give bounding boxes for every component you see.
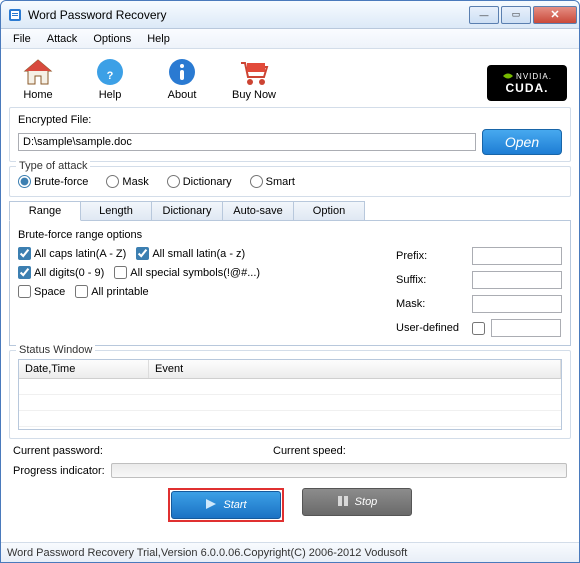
start-button-label: Start bbox=[223, 499, 246, 511]
toolbar-home-label: Home bbox=[23, 89, 52, 101]
status-table: Date,Time Event bbox=[18, 359, 562, 430]
pause-icon bbox=[337, 495, 349, 510]
toolbar-home[interactable]: Home bbox=[13, 56, 63, 101]
attack-type-label: Type of attack bbox=[16, 160, 90, 172]
menu-file[interactable]: File bbox=[5, 31, 39, 47]
menu-options[interactable]: Options bbox=[85, 31, 139, 47]
checkbox-digits[interactable]: All digits(0 - 9) bbox=[18, 266, 104, 279]
menu-attack[interactable]: Attack bbox=[39, 31, 86, 47]
prefix-label: Prefix: bbox=[396, 250, 466, 262]
table-row bbox=[19, 411, 561, 427]
status-col-event[interactable]: Event bbox=[149, 360, 561, 378]
checkbox-small[interactable]: All small latin(a - z) bbox=[136, 247, 245, 260]
stop-button-label: Stop bbox=[355, 496, 378, 508]
tab-dictionary[interactable]: Dictionary bbox=[151, 201, 223, 221]
checkbox-special[interactable]: All special symbols(!@#...) bbox=[114, 266, 260, 279]
cuda-label: CUDA. bbox=[506, 81, 549, 95]
content-area: Home ? Help About Buy Now bbox=[1, 49, 579, 542]
open-button[interactable]: Open bbox=[482, 129, 562, 155]
toolbar-buynow[interactable]: Buy Now bbox=[229, 56, 279, 101]
maximize-button[interactable]: ▭ bbox=[501, 6, 531, 24]
nvidia-label: NVIDIA. bbox=[516, 72, 552, 81]
start-button[interactable]: Start bbox=[171, 491, 281, 519]
menubar: File Attack Options Help bbox=[1, 29, 579, 49]
tab-option[interactable]: Option bbox=[293, 201, 365, 221]
status-header: Date,Time Event bbox=[19, 360, 561, 379]
help-icon: ? bbox=[92, 56, 128, 88]
toolbar-about-label: About bbox=[168, 89, 197, 101]
about-icon bbox=[164, 56, 200, 88]
tab-autosave[interactable]: Auto-save bbox=[222, 201, 294, 221]
encrypted-file-group: Encrypted File: Open bbox=[9, 107, 571, 162]
window-title: Word Password Recovery bbox=[28, 8, 469, 22]
toolbar-help[interactable]: ? Help bbox=[85, 56, 135, 101]
app-window: Word Password Recovery — ▭ ✕ File Attack… bbox=[0, 0, 580, 563]
play-icon bbox=[205, 498, 217, 513]
tab-body-range: Brute-force range options All caps latin… bbox=[9, 220, 571, 346]
current-info: Current password: Current speed: bbox=[9, 443, 571, 459]
toolbar-help-label: Help bbox=[99, 89, 122, 101]
progress-bar bbox=[111, 463, 567, 478]
checkbox-caps[interactable]: All caps latin(A - Z) bbox=[18, 247, 126, 260]
encrypted-file-label: Encrypted File: bbox=[18, 114, 562, 126]
cart-icon bbox=[236, 56, 272, 88]
checkbox-printable[interactable]: All printable bbox=[75, 285, 148, 298]
userdef-label: User-defined bbox=[396, 322, 466, 334]
action-buttons: Start Stop bbox=[9, 482, 571, 524]
current-password-label: Current password: bbox=[13, 445, 233, 457]
toolbar: Home ? Help About Buy Now bbox=[9, 54, 571, 103]
suffix-label: Suffix: bbox=[396, 274, 466, 286]
stop-button[interactable]: Stop bbox=[302, 488, 412, 516]
radio-brute-force[interactable]: Brute-force bbox=[18, 175, 88, 188]
tab-length[interactable]: Length bbox=[80, 201, 152, 221]
status-window-group: Status Window Date,Time Event bbox=[9, 350, 571, 439]
statusbar-text: Word Password Recovery Trial,Version 6.0… bbox=[7, 547, 407, 559]
userdef-checkbox[interactable] bbox=[472, 322, 485, 335]
status-window-label: Status Window bbox=[16, 344, 95, 356]
userdef-input[interactable] bbox=[491, 319, 561, 337]
svg-text:?: ? bbox=[107, 70, 114, 82]
nvidia-cuda-badge: NVIDIA. CUDA. bbox=[487, 65, 567, 101]
radio-smart[interactable]: Smart bbox=[250, 175, 295, 188]
close-button[interactable]: ✕ bbox=[533, 6, 577, 24]
prefix-input[interactable] bbox=[472, 247, 562, 265]
tab-strip: Range Length Dictionary Auto-save Option bbox=[9, 201, 571, 221]
progress-label: Progress indicator: bbox=[13, 465, 105, 477]
titlebar[interactable]: Word Password Recovery — ▭ ✕ bbox=[1, 1, 579, 29]
home-icon bbox=[20, 56, 56, 88]
status-rows bbox=[19, 379, 561, 429]
current-speed-label: Current speed: bbox=[273, 445, 346, 457]
suffix-input[interactable] bbox=[472, 271, 562, 289]
toolbar-about[interactable]: About bbox=[157, 56, 207, 101]
options-tabs-container: Range Length Dictionary Auto-save Option… bbox=[9, 201, 571, 346]
attack-type-group: Type of attack Brute-force Mask Dictiona… bbox=[9, 166, 571, 197]
encrypted-file-input[interactable] bbox=[18, 133, 476, 151]
menu-help[interactable]: Help bbox=[139, 31, 178, 47]
range-heading: Brute-force range options bbox=[18, 229, 562, 241]
mask-input[interactable] bbox=[472, 295, 562, 313]
range-fields: Prefix: Suffix: Mask: User-defined bbox=[396, 247, 562, 337]
nvidia-eye-icon bbox=[502, 71, 514, 81]
progress-row: Progress indicator: bbox=[9, 463, 571, 478]
radio-dictionary[interactable]: Dictionary bbox=[167, 175, 232, 188]
tab-range[interactable]: Range bbox=[9, 201, 81, 221]
range-checkboxes: All caps latin(A - Z) All small latin(a … bbox=[18, 247, 376, 337]
checkbox-space[interactable]: Space bbox=[18, 285, 65, 298]
status-col-datetime[interactable]: Date,Time bbox=[19, 360, 149, 378]
app-icon bbox=[7, 7, 23, 23]
statusbar: Word Password Recovery Trial,Version 6.0… bbox=[1, 542, 579, 562]
start-highlight: Start bbox=[168, 488, 284, 522]
table-row bbox=[19, 395, 561, 411]
table-row bbox=[19, 379, 561, 395]
toolbar-buynow-label: Buy Now bbox=[232, 89, 276, 101]
minimize-button[interactable]: — bbox=[469, 6, 499, 24]
mask-label: Mask: bbox=[396, 298, 466, 310]
radio-mask[interactable]: Mask bbox=[106, 175, 148, 188]
window-controls: — ▭ ✕ bbox=[469, 6, 577, 24]
